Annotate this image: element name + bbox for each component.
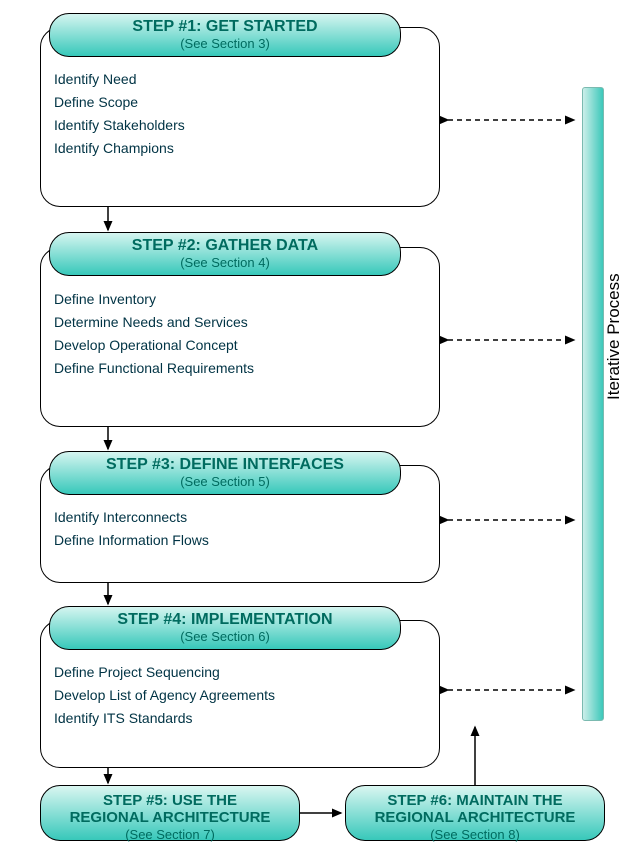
step5-title1: STEP #5: USE THE <box>47 792 293 809</box>
step4-title: STEP #4: IMPLEMENTATION <box>58 611 392 629</box>
step4-tasks: Define Project Sequencing Develop List o… <box>40 651 420 739</box>
task: Identify Need <box>54 71 406 87</box>
step6-sub: (See Section 8) <box>352 827 598 842</box>
iterative-label: Iterative Process <box>604 273 624 400</box>
task: Develop List of Agency Agreements <box>54 687 406 703</box>
step5-sub: (See Section 7) <box>47 827 293 842</box>
iterative-bar <box>582 87 604 721</box>
step3-tasks: Identify Interconnects Define Informatio… <box>40 496 420 561</box>
step1-title: STEP #1: GET STARTED <box>58 18 392 36</box>
step6-title1: STEP #6: MAINTAIN THE <box>352 792 598 809</box>
task: Identify Stakeholders <box>54 117 406 133</box>
step1-tasks: Identify Need Define Scope Identify Stak… <box>40 58 420 169</box>
task: Identify ITS Standards <box>54 710 406 726</box>
step3-header: STEP #3: DEFINE INTERFACES (See Section … <box>49 451 401 495</box>
step4-sub: (See Section 6) <box>58 629 392 644</box>
step2-title: STEP #2: GATHER DATA <box>58 237 392 255</box>
task: Identify Champions <box>54 140 406 156</box>
step5-title2: REGIONAL ARCHITECTURE <box>47 809 293 826</box>
task: Define Project Sequencing <box>54 664 406 680</box>
task: Identify Interconnects <box>54 509 406 525</box>
step2-tasks: Define Inventory Determine Needs and Ser… <box>40 278 420 389</box>
task: Define Inventory <box>54 291 406 307</box>
task: Determine Needs and Services <box>54 314 406 330</box>
task: Define Scope <box>54 94 406 110</box>
step1-sub: (See Section 3) <box>58 36 392 51</box>
task: Define Functional Requirements <box>54 360 406 376</box>
step5-box: STEP #5: USE THE REGIONAL ARCHITECTURE (… <box>40 785 300 841</box>
step3-title: STEP #3: DEFINE INTERFACES <box>58 456 392 474</box>
step1-header: STEP #1: GET STARTED (See Section 3) <box>49 13 401 57</box>
task: Define Information Flows <box>54 532 406 548</box>
step6-title2: REGIONAL ARCHITECTURE <box>352 809 598 826</box>
step2-sub: (See Section 4) <box>58 255 392 270</box>
step4-header: STEP #4: IMPLEMENTATION (See Section 6) <box>49 606 401 650</box>
step2-header: STEP #2: GATHER DATA (See Section 4) <box>49 232 401 276</box>
task: Develop Operational Concept <box>54 337 406 353</box>
step6-box: STEP #6: MAINTAIN THE REGIONAL ARCHITECT… <box>345 785 605 841</box>
step3-sub: (See Section 5) <box>58 474 392 489</box>
